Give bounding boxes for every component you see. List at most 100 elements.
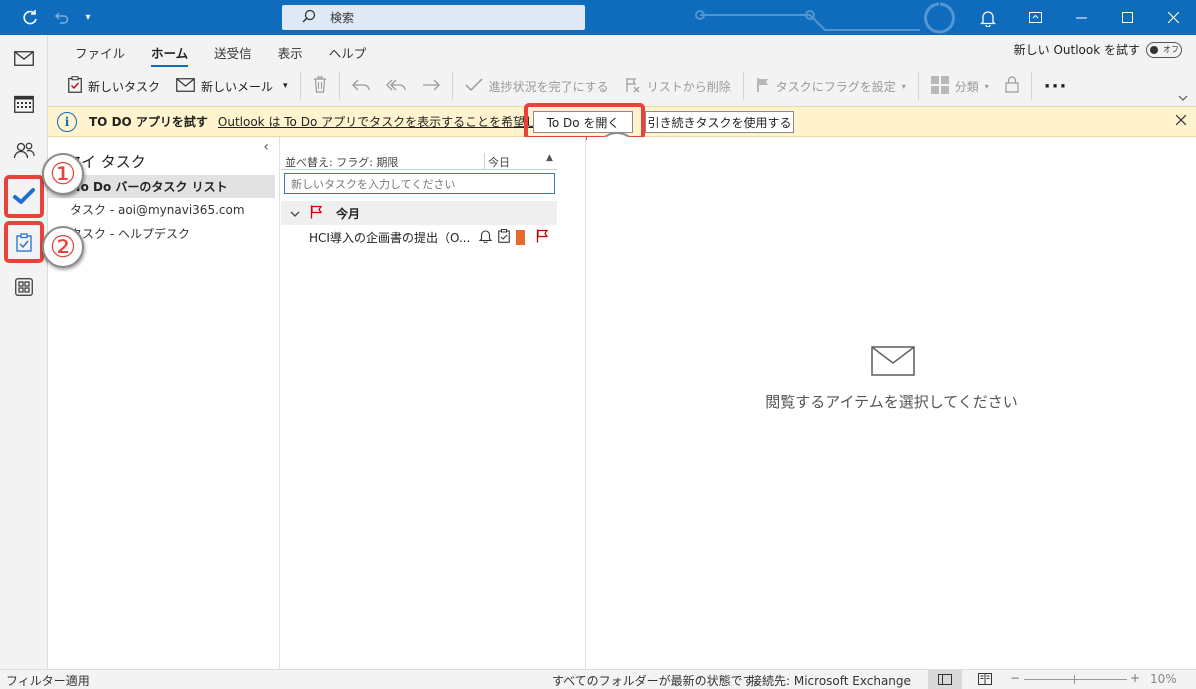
sync-icon[interactable]	[16, 0, 44, 35]
ribbon-separator	[742, 72, 744, 100]
continue-tasks-button[interactable]: 引き続きタスクを使用する	[645, 111, 794, 133]
ribbon-separator	[338, 72, 340, 100]
undo-icon[interactable]	[50, 0, 72, 35]
ribbon-display-options-icon[interactable]	[1012, 0, 1058, 35]
search-input[interactable]: 検索	[282, 5, 585, 30]
group-header-this-month[interactable]: 今月	[281, 201, 557, 225]
zoom-slider[interactable]	[1024, 679, 1127, 680]
reply-icon	[351, 78, 370, 95]
apps-icon[interactable]	[9, 272, 39, 302]
callout-badge-2-overlay: ②	[42, 226, 84, 268]
task-title: HCI導入の企画書の提出（O...	[309, 230, 471, 245]
connection-status: 接続先: Microsoft Exchange	[750, 674, 911, 688]
maximize-icon[interactable]	[1104, 0, 1150, 35]
envelope-icon	[871, 346, 915, 379]
ribbon-separator	[1030, 72, 1032, 100]
info-icon: i	[57, 111, 77, 132]
filter-status: フィルター適用	[6, 674, 90, 688]
new-mail-button[interactable]: 新しいメール ▾	[168, 73, 296, 99]
chevron-down-icon[interactable]: ▾	[985, 82, 989, 91]
highlight-tasks	[4, 221, 44, 263]
bell-icon[interactable]	[976, 0, 1000, 35]
trash-icon	[313, 76, 327, 96]
ribbon-separator	[451, 72, 453, 100]
reading-pane: 閲覧するアイテムを選択してください	[587, 137, 1196, 669]
collapse-pane-icon[interactable]: ‹	[263, 139, 269, 155]
highlight-todo	[4, 175, 44, 218]
set-flag-button[interactable]: タスクにフラグを設定 ▾	[748, 73, 914, 99]
people-icon[interactable]	[9, 136, 39, 166]
more-commands-button[interactable]: ···	[1036, 73, 1076, 99]
categorize-icon	[930, 75, 949, 97]
zoom-level: 10%	[1150, 672, 1177, 686]
new-task-input[interactable]: 新しいタスクを入力してください	[284, 173, 555, 194]
close-icon[interactable]	[1175, 113, 1187, 129]
ribbon-separator	[917, 72, 919, 100]
search-icon	[302, 9, 316, 26]
status-bar: フィルター適用 すべてのフォルダーが最新の状態です。 接続先: Microsof…	[0, 669, 1196, 689]
mark-complete-label: 進捗状況を完了にする	[488, 79, 609, 94]
minimize-icon[interactable]	[1058, 0, 1104, 35]
remove-from-list-label: リストから削除	[646, 79, 731, 94]
circuit-decoration	[695, 2, 955, 34]
calendar-icon[interactable]	[9, 89, 39, 119]
chevron-down-icon[interactable]: ▾	[902, 82, 906, 91]
folder-pane: ‹ マイ タスク To Do バーのタスク リスト タスク - aoi@myna…	[48, 137, 280, 669]
reply-all-button[interactable]	[378, 73, 414, 99]
categorize-button[interactable]: 分類 ▾	[923, 73, 997, 99]
task-clipboard-icon	[498, 228, 510, 246]
ribbon-collapse-icon[interactable]	[1178, 93, 1188, 104]
chevron-down-icon[interactable]	[290, 206, 300, 220]
quick-access-dropdown-icon[interactable]: ▾	[80, 0, 96, 35]
clipboard-icon	[68, 76, 82, 96]
sort-label: 並べ替え: フラグ: 期限	[285, 156, 399, 169]
folders-status: すべてのフォルダーが最新の状態です。	[552, 674, 766, 688]
group-label: 今月	[336, 206, 361, 221]
tab-send-receive[interactable]: 送受信	[201, 43, 265, 63]
flag-icon	[310, 205, 323, 222]
try-new-outlook-toggle[interactable]: オフ	[1146, 41, 1182, 58]
mail-icon[interactable]	[9, 43, 39, 73]
envelope-icon	[176, 77, 195, 95]
tab-home[interactable]: ホーム	[138, 43, 201, 67]
try-new-outlook-label: 新しい Outlook を試す	[1013, 43, 1140, 57]
flag-icon	[756, 77, 770, 96]
reading-view-icon[interactable]	[978, 673, 992, 688]
flag-x-icon	[625, 77, 641, 96]
ribbon-separator	[299, 72, 301, 100]
checkmark-icon	[465, 77, 483, 95]
chevron-down-icon[interactable]: ▾	[283, 81, 288, 91]
search-placeholder: 検索	[330, 11, 355, 25]
delete-button[interactable]	[305, 73, 335, 99]
ribbon: ファイル ホーム 送受信 表示 ヘルプ 新しい Outlook を試す オフ 新…	[48, 35, 1196, 106]
forward-icon	[422, 78, 440, 95]
banner-title: TO DO アプリを試す	[89, 115, 208, 129]
reading-pane-message: 閲覧するアイテムを選択してください	[765, 393, 1018, 411]
new-mail-label: 新しいメール	[201, 79, 274, 94]
set-flag-label: タスクにフラグを設定	[775, 79, 896, 94]
categorize-label: 分類	[954, 79, 979, 94]
remove-from-list-button[interactable]: リストから削除	[617, 73, 739, 99]
sort-up-icon[interactable]: ▲	[546, 153, 553, 163]
app-bar	[0, 35, 48, 669]
task-row[interactable]: HCI導入の企画書の提出（O...	[281, 226, 557, 248]
zoom-out-icon[interactable]: −	[1010, 671, 1020, 685]
folder-item-tasks-aoi[interactable]: タスク - aoi@mynavi365.com	[48, 198, 275, 221]
tab-view[interactable]: 表示	[265, 43, 316, 63]
sort-value: 今日	[488, 156, 510, 169]
reply-button[interactable]	[344, 73, 378, 99]
callout-badge-1-overlay: ①	[42, 153, 84, 195]
tab-help[interactable]: ヘルプ	[316, 43, 380, 63]
tab-file[interactable]: ファイル	[62, 43, 138, 63]
zoom-in-icon[interactable]: +	[1130, 671, 1140, 685]
ribbon-tabs: ファイル ホーム 送受信 表示 ヘルプ	[62, 43, 380, 67]
flag-icon[interactable]	[536, 229, 549, 246]
sort-header[interactable]: 並べ替え: フラグ: 期限 今日 ▲	[281, 153, 557, 170]
zoom-slider-midmark	[1074, 675, 1075, 684]
new-task-button[interactable]: 新しいタスク	[60, 73, 168, 99]
mark-complete-button[interactable]: 進捗状況を完了にする	[457, 73, 617, 99]
private-button[interactable]	[997, 73, 1027, 99]
forward-button[interactable]	[414, 73, 448, 99]
normal-view-icon[interactable]	[928, 670, 962, 689]
close-icon[interactable]	[1150, 0, 1196, 35]
